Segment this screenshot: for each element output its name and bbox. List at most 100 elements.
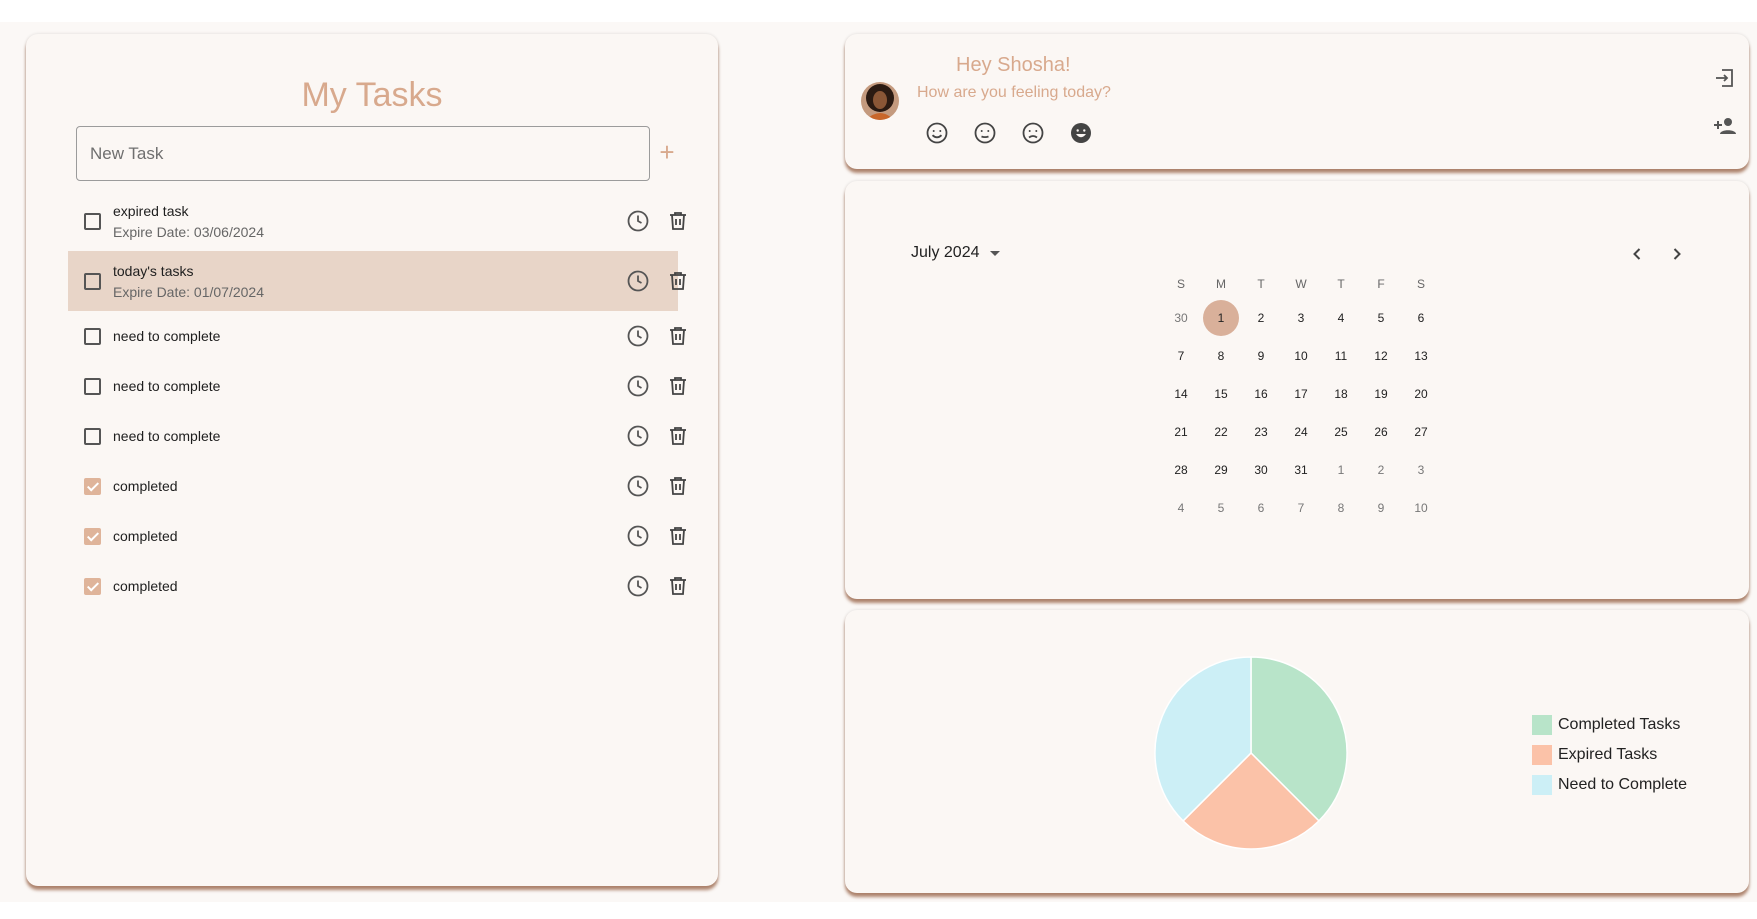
trash-icon[interactable] [666,324,690,348]
task-row[interactable]: completed [68,511,686,561]
calendar-day[interactable]: 16 [1243,376,1279,412]
calendar-day[interactable]: 28 [1163,452,1199,488]
legend-item[interactable]: Completed Tasks [1532,710,1687,740]
calendar-day[interactable]: 7 [1283,490,1319,526]
calendar-day[interactable]: 25 [1323,414,1359,450]
task-row[interactable]: expired task Expire Date: 03/06/2024 [68,191,686,251]
chevron-right-icon[interactable] [1665,242,1689,266]
sad-icon[interactable] [1021,121,1045,145]
trash-icon[interactable] [666,374,690,398]
calendar-day[interactable]: 5 [1203,490,1239,526]
trash-icon[interactable] [666,209,690,233]
avatar[interactable] [861,82,899,120]
calendar-day[interactable]: 6 [1403,300,1439,336]
clock-icon[interactable] [626,374,650,398]
task-checkbox[interactable] [84,272,101,290]
task-row[interactable]: need to complete [68,361,686,411]
laugh-icon[interactable] [1069,121,1093,145]
calendar-day[interactable]: 19 [1363,376,1399,412]
calendar-cell: 27 [1401,414,1441,450]
legend-item[interactable]: Need to Complete [1532,770,1687,800]
clock-icon[interactable] [626,424,650,448]
calendar-day[interactable]: 4 [1323,300,1359,336]
legend-item[interactable]: Expired Tasks [1532,740,1687,770]
calendar-day[interactable]: 29 [1203,452,1239,488]
trash-icon[interactable] [666,269,690,293]
calendar-day[interactable]: 22 [1203,414,1239,450]
calendar-day[interactable]: 7 [1163,338,1199,374]
task-checkbox[interactable] [84,577,101,595]
calendar-day[interactable]: 26 [1363,414,1399,450]
clock-icon[interactable] [626,574,650,598]
calendar-cell: 29 [1201,452,1241,488]
calendar-day[interactable]: 11 [1323,338,1359,374]
task-checkbox[interactable] [84,477,101,495]
add-task-button[interactable]: + [653,138,681,166]
clock-icon[interactable] [626,524,650,548]
calendar-day[interactable]: 12 [1363,338,1399,374]
calendar-day[interactable]: 2 [1243,300,1279,336]
calendar-day[interactable]: 10 [1403,490,1439,526]
calendar-day[interactable]: 13 [1403,338,1439,374]
add-user-icon[interactable] [1713,114,1737,138]
month-selector[interactable]: July 2024 [911,244,1000,262]
calendar-day[interactable]: 14 [1163,376,1199,412]
calendar-cell: 25 [1321,414,1361,450]
task-row[interactable]: completed [68,561,686,611]
clock-icon[interactable] [626,474,650,498]
calendar-day[interactable]: 20 [1403,376,1439,412]
calendar-cell: 6 [1241,490,1281,526]
neutral-icon[interactable] [973,121,997,145]
task-row[interactable]: need to complete [68,411,686,461]
task-text: completed [113,577,178,595]
calendar-day[interactable]: 17 [1283,376,1319,412]
calendar-day[interactable]: 30 [1163,300,1199,336]
calendar-day[interactable]: 10 [1283,338,1319,374]
calendar-day[interactable]: 27 [1403,414,1439,450]
weekday-label: S [1176,277,1185,291]
trash-icon[interactable] [666,524,690,548]
calendar-day[interactable]: 4 [1163,490,1199,526]
calendar-day[interactable]: 5 [1363,300,1399,336]
calendar-day[interactable]: 1 [1323,452,1359,488]
calendar-day[interactable]: 15 [1203,376,1239,412]
task-checkbox[interactable] [84,377,101,395]
calendar-day[interactable]: 30 [1243,452,1279,488]
calendar-day[interactable]: 21 [1163,414,1199,450]
calendar-day[interactable]: 31 [1283,452,1319,488]
task-checkbox[interactable] [84,327,101,345]
calendar-day[interactable]: 18 [1323,376,1359,412]
task-checkbox[interactable] [84,427,101,445]
calendar-day[interactable]: 3 [1283,300,1319,336]
chevron-left-icon[interactable] [1625,242,1649,266]
clock-icon[interactable] [626,324,650,348]
calendar-cell: 1 [1201,300,1241,336]
calendar-day[interactable]: 8 [1323,490,1359,526]
new-task-input[interactable] [76,126,650,181]
calendar-day[interactable]: 3 [1403,452,1439,488]
calendar-day[interactable]: 2 [1363,452,1399,488]
calendar-cell: 4 [1321,300,1361,336]
calendar-day[interactable]: 6 [1243,490,1279,526]
task-checkbox[interactable] [84,212,101,230]
trash-icon[interactable] [666,424,690,448]
calendar-day-selected[interactable]: 1 [1203,300,1239,336]
calendar-cell: 20 [1401,376,1441,412]
task-row[interactable]: completed [68,461,686,511]
greeting-title: Hey Shosha! [956,54,1071,76]
logout-icon[interactable] [1713,66,1737,90]
clock-icon[interactable] [626,209,650,233]
calendar-cell: 22 [1201,414,1241,450]
calendar-day[interactable]: 9 [1243,338,1279,374]
clock-icon[interactable] [626,269,650,293]
calendar-day[interactable]: 24 [1283,414,1319,450]
task-row[interactable]: today's tasks Expire Date: 01/07/2024 [68,251,686,311]
calendar-day[interactable]: 9 [1363,490,1399,526]
trash-icon[interactable] [666,474,690,498]
calendar-day[interactable]: 8 [1203,338,1239,374]
task-checkbox[interactable] [84,527,101,545]
trash-icon[interactable] [666,574,690,598]
task-row[interactable]: need to complete [68,311,686,361]
smile-icon[interactable] [925,121,949,145]
calendar-day[interactable]: 23 [1243,414,1279,450]
